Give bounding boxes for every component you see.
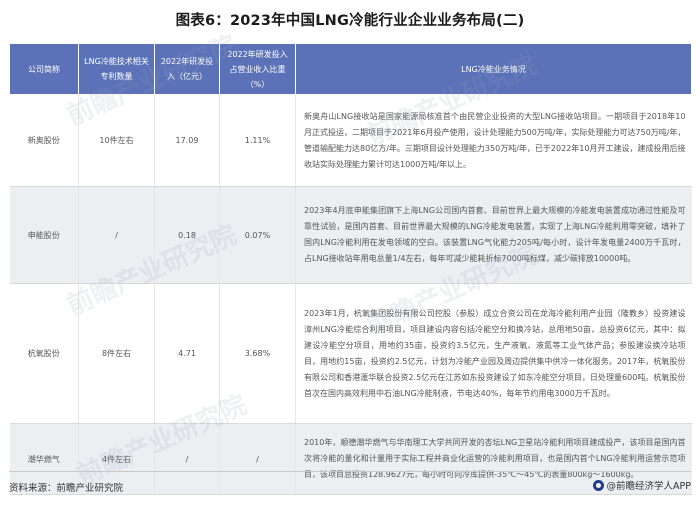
cell-rd-investment: 4.71 — [154, 283, 220, 424]
cell-rd-ratio: 3.68% — [219, 283, 296, 424]
header-company: 公司简称 — [9, 43, 79, 95]
cell-business: 新奥舟山LNG接收站是国家能源局核准首个由民营企业投资的大型LNG接收站项目。一… — [295, 94, 692, 187]
table-row: 申能股份 / 0.18 0.07% 2023年4月底申能集团旗下上海LNG公司国… — [9, 186, 692, 284]
cell-company: 新奥股份 — [9, 94, 79, 187]
header-rd-ratio: 2022年研发投入占营业收入比重（%） — [219, 43, 296, 95]
brand-text: @前瞻经济学人APP — [606, 481, 691, 492]
brand-logo-icon — [592, 479, 604, 491]
table-row: 杭氧股份 8件左右 4.71 3.68% 2023年1月，杭氧集团股份有限公司控… — [9, 283, 692, 424]
business-layout-table: 公司简称 LNG冷能技术相关专利数量 2022年研发投入（亿元） 2022年研发… — [9, 43, 692, 495]
footer-divider — [9, 471, 691, 472]
source-note: 资料来源：前瞻产业研究院 — [9, 483, 124, 494]
cell-business: 2023年4月底申能集团旗下上海LNG公司国内首套、目前世界上最大规模的冷能发电… — [295, 186, 692, 284]
cell-patents: 8件左右 — [78, 283, 155, 424]
cell-patents: 10件左右 — [78, 94, 155, 187]
cell-business: 2023年1月，杭氧集团股份有限公司控股（参股）成立合资公司在龙海冷能利用产业园… — [295, 283, 692, 424]
cell-company: 杭氧股份 — [9, 283, 79, 424]
brand-credit: @前瞻经济学人APP — [592, 478, 691, 492]
header-patents: LNG冷能技术相关专利数量 — [78, 43, 155, 95]
header-business: LNG冷能业务情况 — [295, 43, 692, 95]
cell-rd-investment: 0.18 — [154, 186, 220, 284]
cell-rd-investment: / — [154, 423, 220, 495]
header-rd-investment: 2022年研发投入（亿元） — [154, 43, 220, 95]
cell-rd-ratio: / — [219, 423, 296, 495]
cell-rd-investment: 17.09 — [154, 94, 220, 187]
cell-rd-ratio: 1.11% — [219, 94, 296, 187]
table-row: 新奥股份 10件左右 17.09 1.11% 新奥舟山LNG接收站是国家能源局核… — [9, 94, 692, 187]
cell-rd-ratio: 0.07% — [219, 186, 296, 284]
table-header-row: 公司简称 LNG冷能技术相关专利数量 2022年研发投入（亿元） 2022年研发… — [9, 43, 692, 95]
page-title: 图表6：2023年中国LNG冷能行业企业业务布局(二) — [175, 13, 525, 29]
cell-company: 申能股份 — [9, 186, 79, 284]
cell-patents: / — [78, 186, 155, 284]
